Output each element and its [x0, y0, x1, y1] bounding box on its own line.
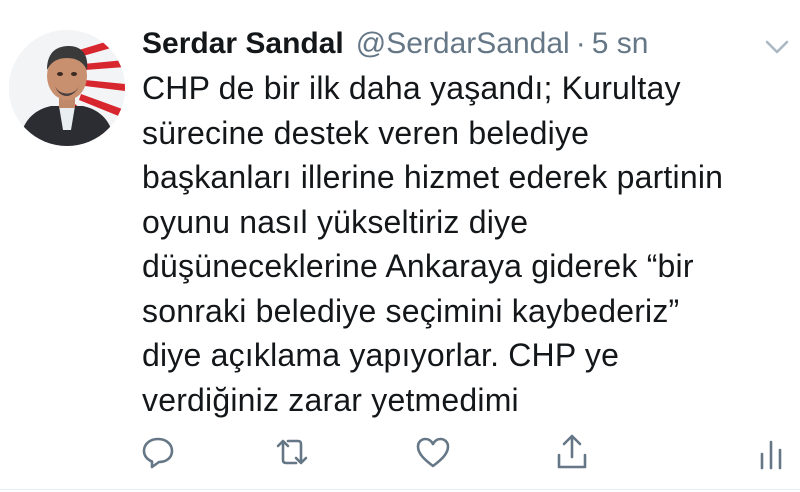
tweet-text-line: sonraki belediye seçimini kaybederiz” — [142, 292, 680, 329]
like-button[interactable] — [413, 430, 453, 474]
reply-button[interactable] — [138, 430, 178, 474]
tweet-text-line: CHP de bir ilk daha yaşandı; Kurultay — [142, 70, 681, 106]
tweet-text-line: oyunu nasıl yükseltiriz diye — [142, 203, 529, 240]
tweet-actions — [0, 430, 800, 480]
divider — [0, 489, 800, 490]
tweet-timestamp[interactable]: 5 sn — [592, 27, 649, 61]
avatar[interactable] — [9, 30, 125, 146]
retweet-button[interactable] — [272, 430, 312, 474]
author-handle[interactable]: @SerdarSandal — [356, 27, 570, 61]
analytics-icon — [760, 440, 782, 470]
tweet-header: Serdar Sandal @SerdarSandal · 5 sn — [142, 27, 648, 67]
tweet-text: CHP de bir ilk daha yaşandı; Kurultay sü… — [142, 66, 782, 422]
reply-icon — [142, 437, 174, 469]
header-separator: · — [575, 27, 586, 60]
tweet-text-line: sürecine destek veren belediye — [142, 114, 590, 151]
author-name[interactable]: Serdar Sandal — [142, 27, 344, 61]
chevron-down-icon[interactable] — [764, 38, 790, 56]
share-button[interactable] — [552, 430, 592, 474]
avatar-image — [9, 30, 125, 146]
share-icon — [557, 434, 587, 469]
analytics-button[interactable] — [751, 430, 791, 474]
tweet-text-line: diye açıklama yapıyorlar. CHP ye — [142, 337, 620, 373]
heart-icon — [416, 437, 450, 468]
tweet-text-line: verdiğiniz zarar yetmedimi — [142, 381, 519, 418]
tweet-text-line: düşüneceklerine Ankaraya giderek “bir — [142, 248, 694, 284]
tweet-text-line: başkanları illerine hizmet ederek partin… — [142, 159, 724, 195]
retweet-icon — [276, 439, 308, 465]
tweet: Serdar Sandal @SerdarSandal · 5 sn CHP d… — [0, 0, 800, 492]
